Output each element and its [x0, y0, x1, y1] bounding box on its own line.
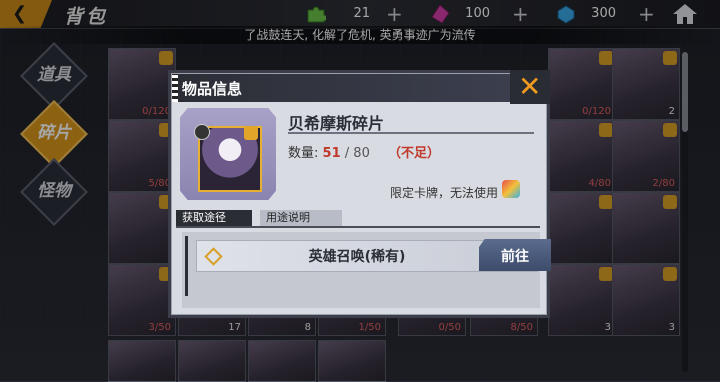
close-icon: ✕ — [518, 70, 542, 103]
tab-usage[interactable]: 用途说明 — [260, 210, 342, 226]
tabs-divider — [176, 226, 540, 228]
item-name: 贝希摩斯碎片 — [288, 114, 385, 133]
usage-note: 限定卡牌，无法使用 — [390, 186, 499, 200]
header-stripe — [172, 74, 178, 102]
quantity-max: 80 — [353, 146, 370, 161]
puzzle-piece-icon — [244, 126, 258, 140]
divider — [288, 132, 534, 134]
source-scrollbar[interactable] — [185, 236, 188, 296]
go-button[interactable]: 前往 — [479, 239, 551, 271]
source-row: 英雄召唤(稀有) 前往 — [196, 239, 551, 272]
quantity-label: 数量: — [288, 146, 319, 161]
puzzle-piece-icon — [502, 180, 520, 198]
lock-icon — [194, 124, 210, 140]
quantity-separator: / — [344, 146, 350, 161]
quantity-row: 数量: 51 / 80 （不足） — [288, 142, 440, 161]
dialog-header: 物品信息 — [172, 74, 546, 102]
tab-obtain[interactable]: 获取途径 — [176, 210, 252, 226]
diamond-icon — [204, 247, 223, 266]
source-label: 英雄召唤(稀有) — [308, 249, 406, 265]
quantity-current: 51 — [322, 146, 341, 161]
go-button-label: 前往 — [501, 249, 529, 265]
item-info-dialog: 物品信息 ✕ 贝希摩斯碎片 数量: 51 / 80 （不足） 限定卡牌，无法使用… — [171, 70, 551, 315]
insufficient-label: （不足） — [387, 146, 440, 161]
dialog-title: 物品信息 — [182, 80, 243, 98]
close-button[interactable]: ✕ — [510, 70, 550, 104]
source-panel: 英雄召唤(稀有) 前往 — [182, 232, 551, 308]
